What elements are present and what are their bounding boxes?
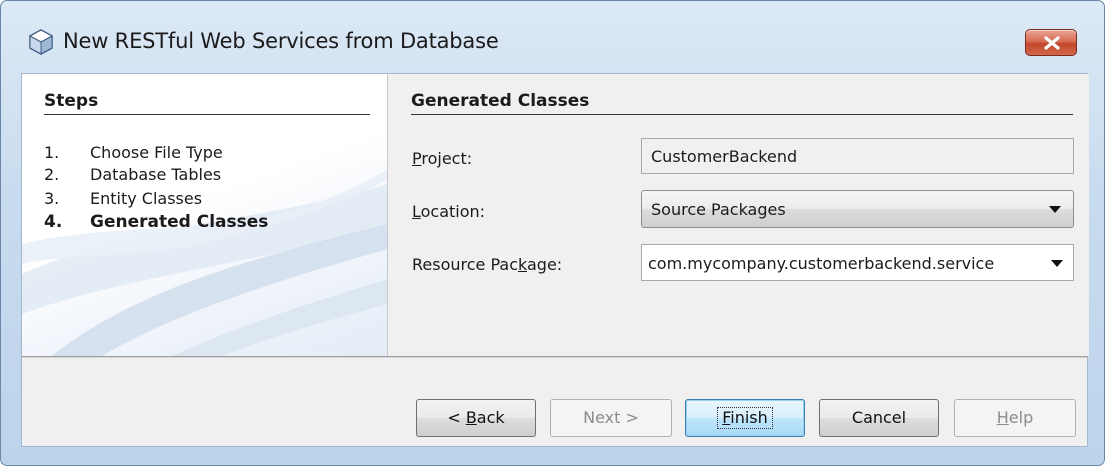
- close-icon: [1044, 36, 1060, 50]
- step-label: Database Tables: [90, 165, 222, 184]
- button-bar-divider: [22, 356, 1087, 358]
- resource-package-value: com.mycompany.customerbackend.service: [648, 254, 995, 273]
- project-field[interactable]: CustomerBackend: [641, 138, 1074, 174]
- help-button[interactable]: Help: [954, 399, 1076, 437]
- steps-divider: [44, 114, 370, 115]
- step-number: 1.: [44, 143, 60, 162]
- netbeans-cube-icon: [28, 29, 54, 55]
- dialog-content: Steps 1. Choose File Type 2. Database Tabl…: [21, 73, 1089, 447]
- dialog-window: New RESTful Web Services from Database S…: [0, 0, 1105, 466]
- step-item: 1. Choose File Type: [44, 144, 223, 162]
- chevron-down-icon[interactable]: [1051, 260, 1063, 267]
- step-number: 3.: [44, 189, 60, 208]
- resource-package-label: Resource Package:: [412, 255, 563, 274]
- finish-button[interactable]: Finish: [685, 399, 805, 437]
- project-label: Project:: [412, 149, 473, 168]
- cancel-button[interactable]: Cancel: [819, 399, 939, 437]
- location-label: Location:: [412, 202, 486, 221]
- step-number: 2.: [44, 165, 60, 184]
- window-title: New RESTful Web Services from Database: [63, 29, 499, 53]
- back-button[interactable]: < Back: [416, 399, 536, 437]
- resource-package-combo[interactable]: com.mycompany.customerbackend.service: [641, 244, 1074, 281]
- panel-divider: [411, 114, 1073, 115]
- panel-title: Generated Classes: [411, 91, 590, 111]
- step-label: Generated Classes: [90, 212, 269, 232]
- step-item: 2. Database Tables: [44, 166, 221, 184]
- next-button[interactable]: Next >: [550, 399, 672, 437]
- step-label: Choose File Type: [90, 143, 223, 162]
- location-value: Source Packages: [651, 200, 786, 219]
- generated-classes-panel: Generated Classes Project: CustomerBacke…: [389, 74, 1089, 356]
- step-number: 4.: [44, 212, 63, 232]
- location-dropdown[interactable]: Source Packages: [641, 190, 1074, 228]
- title-bar[interactable]: New RESTful Web Services from Database: [1, 1, 1104, 71]
- step-label: Entity Classes: [90, 189, 203, 208]
- close-button[interactable]: [1025, 29, 1077, 56]
- step-item-current: 4. Generated Classes: [44, 213, 268, 231]
- steps-panel: Steps 1. Choose File Type 2. Database Tabl…: [22, 74, 388, 356]
- chevron-down-icon: [1049, 206, 1061, 213]
- step-item: 3. Entity Classes: [44, 190, 202, 208]
- steps-heading: Steps: [44, 91, 99, 111]
